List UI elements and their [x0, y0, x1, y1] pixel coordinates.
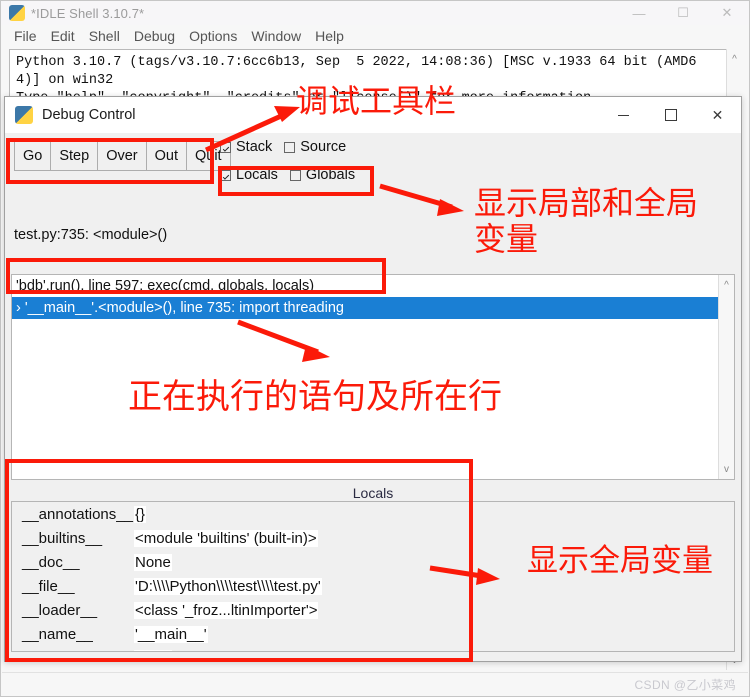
- list-item[interactable]: __doc__ None: [12, 550, 734, 574]
- shell-window-controls: — ☐ ✕: [617, 1, 749, 25]
- maximize-icon: [664, 109, 677, 121]
- stack-checkbox-label: Stack: [236, 139, 273, 155]
- list-item[interactable]: __package__ None: [12, 646, 734, 652]
- checkbox-row-1: Stack Source: [220, 136, 470, 158]
- stack-row[interactable]: 'bdb'.run(), line 597: exec(cmd, globals…: [12, 275, 718, 297]
- locals-checkbox[interactable]: Locals: [220, 167, 278, 183]
- list-item[interactable]: __builtins__ <module 'builtins' (built-i…: [12, 526, 734, 550]
- csdn-watermark: CSDN @乙小菜鸡: [634, 678, 736, 692]
- stack-list[interactable]: 'bdb'.run(), line 597: exec(cmd, globals…: [12, 275, 718, 479]
- local-value: None: [134, 553, 172, 571]
- local-key: __annotations__: [22, 505, 133, 523]
- shell-menubar: File Edit Shell Debug Options Window Hel…: [1, 25, 749, 47]
- list-item[interactable]: __loader__ <class '_froz...ltinImporter'…: [12, 598, 734, 622]
- shell-maximize-button[interactable]: ☐: [661, 1, 705, 25]
- shell-minimize-button[interactable]: —: [617, 1, 661, 25]
- python-logo-icon: [9, 5, 25, 21]
- local-key: __package__: [12, 650, 134, 652]
- local-value: <class '_froz...ltinImporter'>: [134, 601, 319, 619]
- local-value: None: [134, 649, 172, 651]
- stack-pane[interactable]: 'bdb'.run(), line 597: exec(cmd, globals…: [11, 274, 735, 480]
- local-key: __name__: [22, 625, 93, 643]
- menu-item-options[interactable]: Options: [182, 27, 244, 45]
- list-item[interactable]: __file__ 'D:\\\\Python\\\\test\\\\test.p…: [12, 574, 734, 598]
- list-item[interactable]: __name__ '__main__': [12, 622, 734, 646]
- stack-scrollbar[interactable]: ^ v: [718, 275, 734, 479]
- menu-item-edit[interactable]: Edit: [44, 27, 82, 45]
- local-key: __file__: [22, 577, 75, 595]
- minimize-icon: [618, 114, 629, 116]
- menu-item-debug[interactable]: Debug: [127, 27, 182, 45]
- locals-checkbox-label: Locals: [236, 167, 278, 183]
- checkbox-row-2: Locals Globals: [220, 164, 470, 186]
- local-key: __doc__: [22, 553, 80, 571]
- shell-close-button[interactable]: ✕: [705, 1, 749, 25]
- debug-body: Go Step Over Out Quit Stack Source Local…: [6, 133, 740, 660]
- debug-maximize-button[interactable]: [647, 97, 694, 133]
- stack-row-selected[interactable]: › '__main__'.<module>(), line 735: impor…: [12, 297, 718, 319]
- source-checkbox-label: Source: [300, 139, 347, 155]
- source-checkbox[interactable]: Source: [284, 139, 346, 155]
- checkbox-unchecked-icon: [284, 141, 296, 153]
- out-button[interactable]: Out: [145, 141, 187, 171]
- debug-titlebar: Debug Control ✕: [5, 97, 741, 133]
- debug-window-controls: ✕: [600, 97, 741, 133]
- list-item[interactable]: __annotations__ {}: [12, 502, 734, 526]
- debug-minimize-button[interactable]: [600, 97, 647, 133]
- stack-checkbox[interactable]: Stack: [220, 139, 272, 155]
- globals-checkbox[interactable]: Globals: [289, 167, 356, 183]
- debug-window-title: Debug Control: [42, 107, 136, 123]
- local-value: {}: [134, 505, 147, 523]
- step-button[interactable]: Step: [50, 141, 99, 171]
- current-source-line: test.py:735: <module>(): [14, 227, 168, 243]
- local-value: 'D:\\\\Python\\\\test\\\\test.py': [134, 577, 322, 595]
- python-logo-icon: [15, 106, 33, 124]
- local-key: __loader__: [22, 601, 98, 619]
- debug-toolbar: Go Step Over Out Quit Stack Source Local…: [6, 137, 740, 183]
- menu-item-file[interactable]: File: [7, 27, 44, 45]
- debug-close-button[interactable]: ✕: [694, 97, 741, 133]
- local-value: '__main__': [134, 625, 208, 643]
- menu-item-help[interactable]: Help: [308, 27, 351, 45]
- debug-control-window: Debug Control ✕ Go Step Over Out Quit St…: [4, 96, 742, 662]
- shell-title: *IDLE Shell 3.10.7*: [31, 5, 145, 21]
- checkbox-checked-icon: [220, 141, 231, 153]
- local-value: <module 'builtins' (built-in)>: [134, 529, 318, 547]
- locals-section-label: Locals: [352, 485, 394, 501]
- shell-titlebar: *IDLE Shell 3.10.7* — ☐ ✕: [1, 1, 749, 25]
- menu-item-shell[interactable]: Shell: [82, 27, 127, 45]
- go-button[interactable]: Go: [14, 141, 52, 171]
- scroll-up-icon[interactable]: ^: [719, 277, 734, 293]
- locals-pane[interactable]: __annotations__ {} __builtins__ <module …: [11, 501, 735, 652]
- menu-item-window[interactable]: Window: [244, 27, 308, 45]
- checkbox-checked-icon: [220, 169, 231, 181]
- checkbox-unchecked-icon: [289, 169, 301, 181]
- over-button[interactable]: Over: [97, 141, 147, 171]
- scroll-down-icon[interactable]: v: [719, 461, 734, 477]
- debug-view-checkboxes: Stack Source Locals Globals: [220, 136, 470, 186]
- scroll-up-icon[interactable]: ^: [727, 51, 742, 67]
- debug-button-group: Go Step Over Out Quit: [14, 141, 231, 171]
- local-key: __builtins__: [22, 529, 103, 547]
- globals-checkbox-label: Globals: [305, 167, 356, 183]
